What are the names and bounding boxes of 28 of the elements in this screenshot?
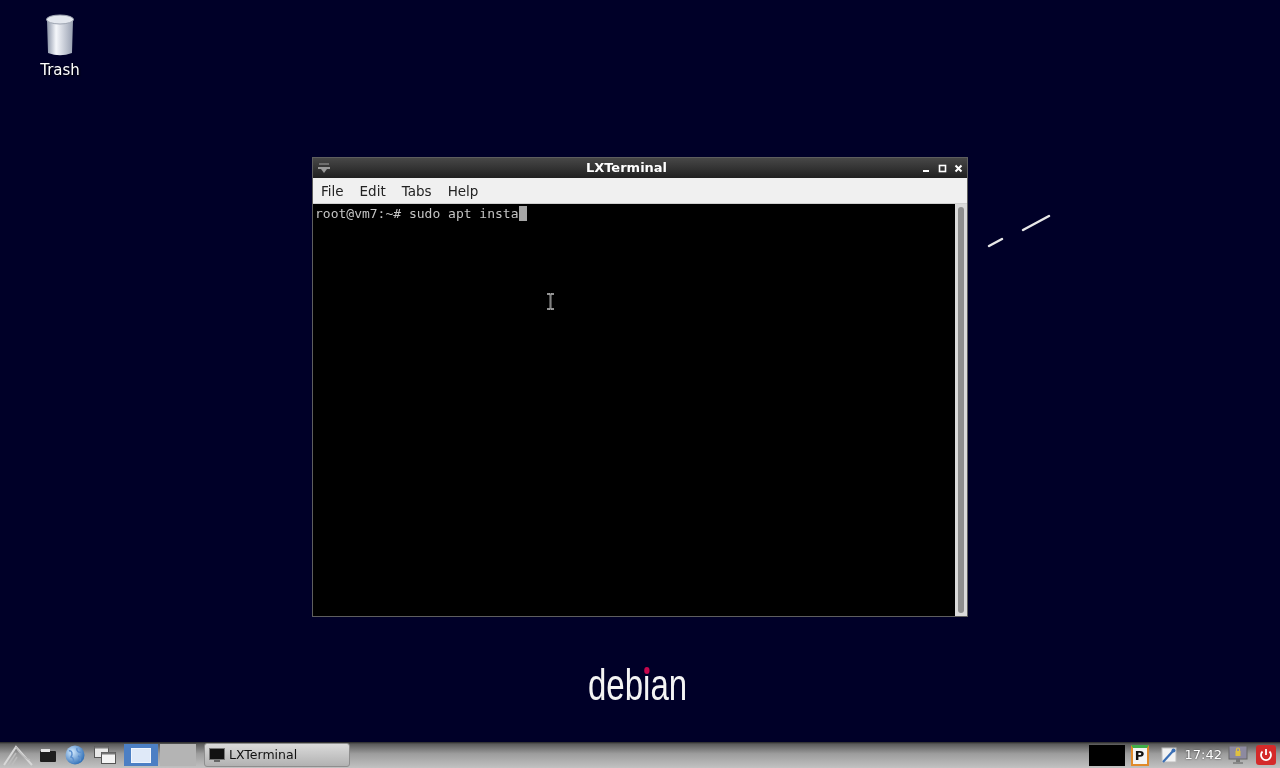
light-streak (1021, 214, 1051, 232)
start-menu-icon[interactable] (2, 744, 34, 766)
light-streak (987, 237, 1004, 248)
power-icon[interactable] (1256, 745, 1276, 765)
menu-item[interactable]: Edit (351, 181, 394, 200)
desktop-icon-label[interactable]: Trash (40, 61, 80, 79)
maximize-icon[interactable] (938, 163, 947, 173)
monitor-graph[interactable] (1088, 744, 1125, 766)
workspace-button[interactable] (124, 744, 158, 766)
menu-item[interactable]: File (313, 181, 352, 200)
text-cursor-icon (546, 293, 555, 310)
window-menu-icon[interactable] (317, 162, 331, 174)
close-icon[interactable] (954, 163, 963, 173)
clipboard-applet[interactable]: P (1130, 744, 1149, 766)
terminal-text: root@vm7:~# sudo apt insta (315, 206, 519, 221)
globe-icon[interactable] (65, 745, 85, 765)
taskbar-button[interactable]: LXTerminal (204, 743, 350, 767)
terminal-icon (209, 748, 225, 762)
menu-item[interactable]: Help (439, 181, 487, 200)
trash-icon[interactable] (44, 13, 76, 57)
menu-item[interactable]: Tabs (393, 181, 440, 200)
pen-icon[interactable] (1160, 747, 1177, 763)
debian-logo: debian (588, 663, 688, 707)
monitor-lock-icon[interactable] (1228, 745, 1248, 765)
terminal-area[interactable]: root@vm7:~# sudo apt insta (313, 204, 955, 616)
window-title: LXTerminal (584, 160, 669, 176)
folder-icon[interactable] (40, 748, 56, 762)
windows-icon[interactable] (94, 746, 116, 764)
